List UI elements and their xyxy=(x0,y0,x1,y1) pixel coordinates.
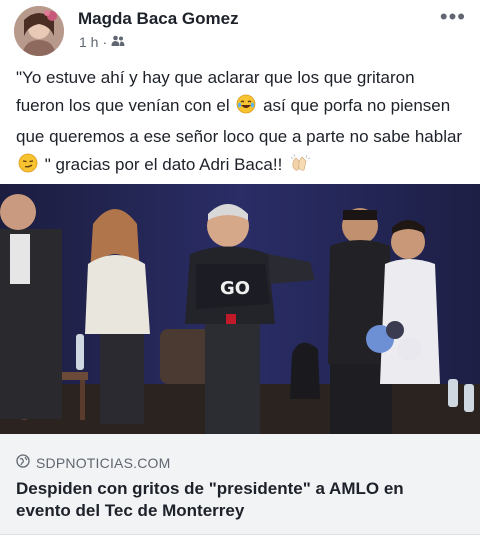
facebook-post: Magda Baca Gomez 1 h · ••• "Yo estuve ah… xyxy=(0,0,480,543)
meta-separator: · xyxy=(102,34,108,50)
laughing-crying-emoji-icon xyxy=(236,94,256,123)
friends-icon[interactable] xyxy=(111,34,125,50)
link-preview[interactable]: SDPNOTICIAS.COM Despiden con gritos de "… xyxy=(0,434,480,535)
post-photo[interactable]: GO xyxy=(0,184,480,434)
avatar[interactable] xyxy=(14,6,64,56)
event-photo-image: GO xyxy=(0,184,480,434)
post-text-part-3: " gracias por el dato Adri Baca!! xyxy=(44,155,283,174)
more-options-button[interactable]: ••• xyxy=(440,6,466,28)
link-headline[interactable]: Despiden con gritos de "presidente" a AM… xyxy=(16,478,456,522)
source-domain: SDPNOTICIAS.COM xyxy=(36,454,171,471)
clapping-hands-emoji-icon xyxy=(289,153,311,182)
post-time[interactable]: 1 h xyxy=(79,34,98,50)
post-header: Magda Baca Gomez 1 h · ••• xyxy=(0,0,480,60)
svg-text:GO: GO xyxy=(220,278,250,299)
smirk-emoji-icon xyxy=(18,153,38,182)
globe-icon xyxy=(16,454,30,471)
post-meta: 1 h · xyxy=(79,34,125,50)
post-text: "Yo estuve ahí y hay que aclarar que los… xyxy=(16,64,466,182)
link-source: SDPNOTICIAS.COM xyxy=(16,454,170,471)
author-name[interactable]: Magda Baca Gomez xyxy=(78,9,239,29)
